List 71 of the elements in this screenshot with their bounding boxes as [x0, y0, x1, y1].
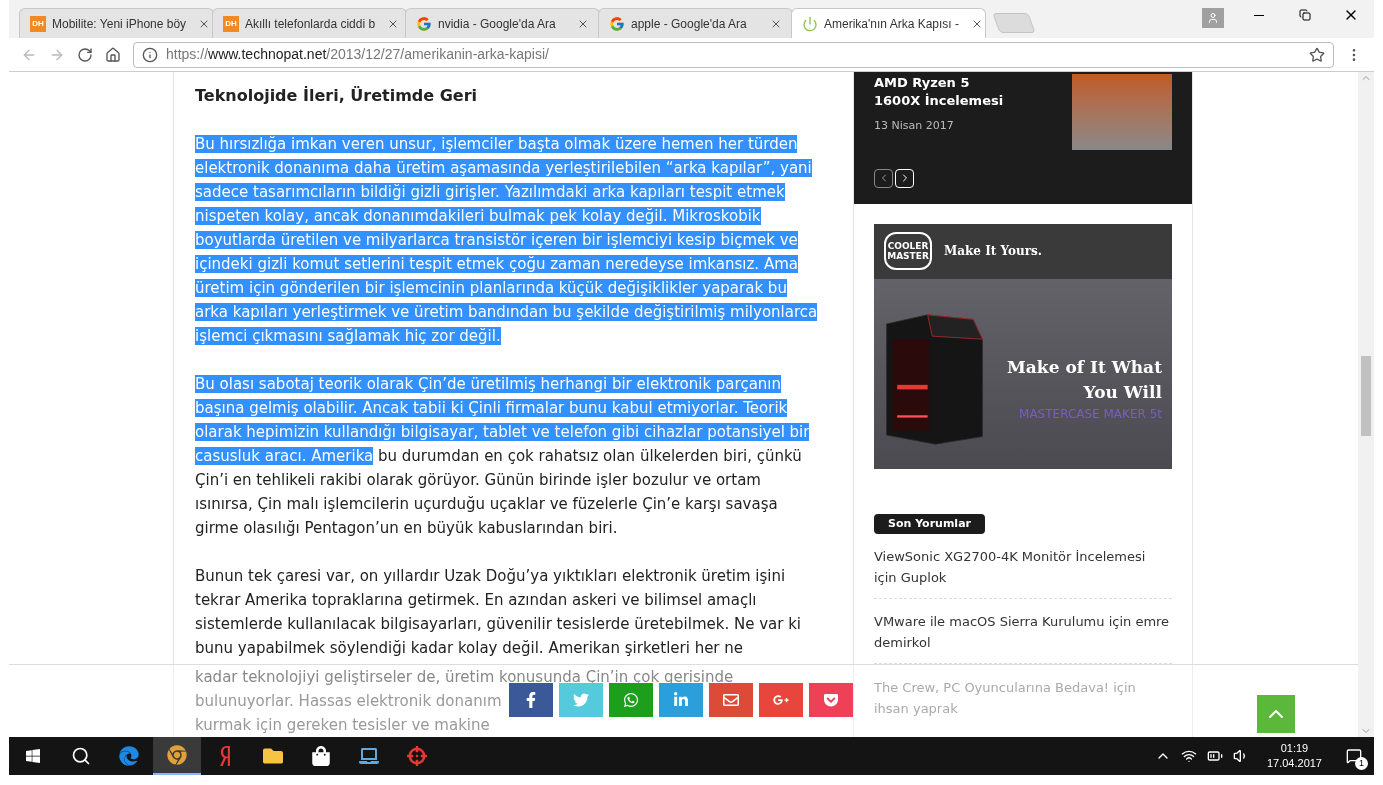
share-button[interactable] [659, 683, 703, 717]
minimize-icon [1254, 14, 1264, 16]
whatsapp-icon [623, 692, 639, 708]
notification-count: 1 [1355, 757, 1368, 770]
ad-tagline: Make It Yours. [944, 243, 1043, 260]
article-paragraph: Bu hırsızlığa imkan veren unsur, işlemciler başta olmak üzere hemen her türden elektronik donanıma daha üretim aşamasında yerleştirilebilen “arka kapılar”, yani sadece tasarımcıların bildiği gizli girişler. Yazılımdaki arka kapıları tespit etmek nispeten kolay, ancak donanımdakileri bulmak pek kolay değil. Mikroskobik boyutlarda üretilen ve milyarlarca transistör içeren bir işlemciyi kesip biçmek ve içindeki gizli komut setlerini tespit etmek çoğu zaman neredeyse imkansız. Ama üretim için gönderilen bir işlemcinin planlarında küçük değişiklikler yaparak bu arka kapıları yerleştirmek ve üretim bandından bu şekilde değiştirilmiş milyonlarca işlemci çıkmasını sağlamak hiç zor değil. [195, 134, 819, 347]
address-field[interactable]: https://www.technopat.net/2013/12/27/amerikanin-arka-kapisi/ [133, 41, 1334, 68]
next-button[interactable] [895, 168, 914, 188]
restore-icon [1299, 9, 1311, 21]
url-text: https://www.technopat.net/2013/12/27/amerikanin-arka-kapisi/ [166, 45, 549, 64]
edge-icon [119, 746, 139, 766]
info-icon[interactable] [142, 46, 158, 63]
google-icon [416, 15, 432, 32]
home-icon[interactable] [105, 46, 121, 63]
comment-link[interactable]: ViewSonic XG2700-4K Monitör İncelemesi için Guplok [874, 546, 1172, 588]
section-label: Son Yorumlar [874, 513, 985, 534]
tab-title: Amerika'nın Arka Kapısı - [824, 15, 959, 33]
advertisement-banner[interactable]: COOLER MASTER Make It Yours. Make of It What You Will MASTERCASE MAKER 5t [874, 223, 1172, 469]
share-button[interactable] [609, 683, 653, 717]
tab-title: apple - Google'da Ara [631, 15, 747, 33]
wifi-icon[interactable] [1180, 748, 1197, 764]
google-icon [609, 15, 625, 32]
browser-tab[interactable]: nvidia - Google'da Ara [405, 8, 600, 38]
windows-logo-icon [25, 748, 41, 764]
site-logo-icon: DH [30, 15, 46, 32]
scrollbar-thumb[interactable] [1361, 356, 1371, 436]
comment-link[interactable]: VMware ile macOS Sierra Kurulumu için emre demirkol [874, 611, 1172, 653]
share-button[interactable] [709, 683, 753, 717]
tab-title: nvidia - Google'da Ara [438, 15, 556, 33]
chrome-icon [167, 745, 187, 765]
message-icon [1346, 748, 1362, 764]
browser-tab[interactable]: DH Mobilite: Yeni iPhone böy [19, 8, 214, 38]
share-button[interactable] [809, 683, 853, 717]
user-icon [1207, 12, 1219, 24]
reload-icon[interactable] [77, 46, 93, 63]
article-paragraph: Bu olası sabotaj teorik olarak Çin’de üretilmiş herhangi bir elektronik parçanın başına gelmiş olabilir. Ancak tabii ki Çinli firmalar bunu kabul etmiyorlar. Teorik olarak hepimizin kullandığı bilgisayar, tablet ve telefon gibi cihazlar potansiyel bir casusluk aracı. Amerika bu durumdan en çok rahatsız olan ülkelerden biri, çünkü Çin’i en tehlikeli rakibi olarak görüyor. Günün birinde işler bozulur ve ortam ısınırsa, Çin malı işlemcilerin uçurduğu uçaklar ve füzelerle Çin’e karşı savaşa girme olasılığı Pentagon’un en büyük kabuslarından biri. [195, 374, 811, 539]
store-icon [311, 746, 331, 766]
laptop-icon [359, 746, 379, 766]
share-button[interactable] [759, 683, 803, 717]
faded-article-text: kadar teknolojiyi geliştirseler de, üretim konusunda Çin’in çok gerisinde [195, 667, 735, 688]
brand-logo: COOLER MASTER [884, 232, 932, 270]
pocket-icon [823, 692, 839, 708]
twitter-icon [573, 692, 589, 708]
folder-icon [263, 746, 283, 766]
article-paragraph: Bunun tek çaresi var, on yıllardır Uzak Doğu’ya yıktıkları elektronik üretim işini tekrar Amerika topraklarına getirmek. En azından askeri ve bilimsel amaçlı sistemlerde kullanılacak bilgisayarları, güvenilir tesislerde üretebilmek. Ne var ki bunu yapabilmek söylendiği kadar kolay değil. Amerikan şirketleri her ne [195, 566, 803, 659]
product-name: MASTERCASE MAKER 5t [1019, 405, 1162, 423]
faded-article-text: kurmak için gereken tesisler ve makine [195, 715, 491, 736]
site-logo-icon: DH [223, 15, 239, 32]
crosshair-icon [407, 746, 427, 766]
article-heading: Teknolojide İleri, Üretimde Geri [195, 85, 479, 107]
browser-tab[interactable]: DH Akıllı telefonlarda ciddi b [212, 8, 407, 38]
share-button[interactable] [509, 683, 553, 717]
battery-icon[interactable] [1206, 748, 1223, 764]
tab-title: Akıllı telefonlarda ciddi b [245, 15, 376, 33]
linkedin-icon [673, 692, 689, 708]
notification-button[interactable]: 1 [1340, 742, 1368, 770]
bookmark-star-icon[interactable] [1309, 46, 1325, 63]
tab-title: Mobilite: Yeni iPhone böy [52, 15, 187, 33]
envelope-icon [723, 692, 739, 708]
ad-headline: Make of It What You Will [1006, 355, 1162, 404]
google-plus-icon [773, 692, 789, 708]
clock[interactable]: 01:19 17.04.2017 [1258, 741, 1330, 771]
faded-article-text: bulunuyorlar. Hassas elektronik donanım [195, 691, 503, 712]
post-title[interactable]: AMD Ryzen 5 1600X İncelemesi [874, 74, 1014, 110]
browser-tab[interactable]: Amerika'nın Arka Kapısı - [791, 8, 986, 38]
search-icon [71, 746, 91, 766]
browser-tab[interactable]: apple - Google'da Ara [598, 8, 793, 38]
previous-button[interactable] [874, 168, 893, 188]
power-icon [802, 15, 818, 32]
scrollbar[interactable] [1358, 72, 1374, 737]
post-date: 13 Nisan 2017 [874, 118, 955, 134]
